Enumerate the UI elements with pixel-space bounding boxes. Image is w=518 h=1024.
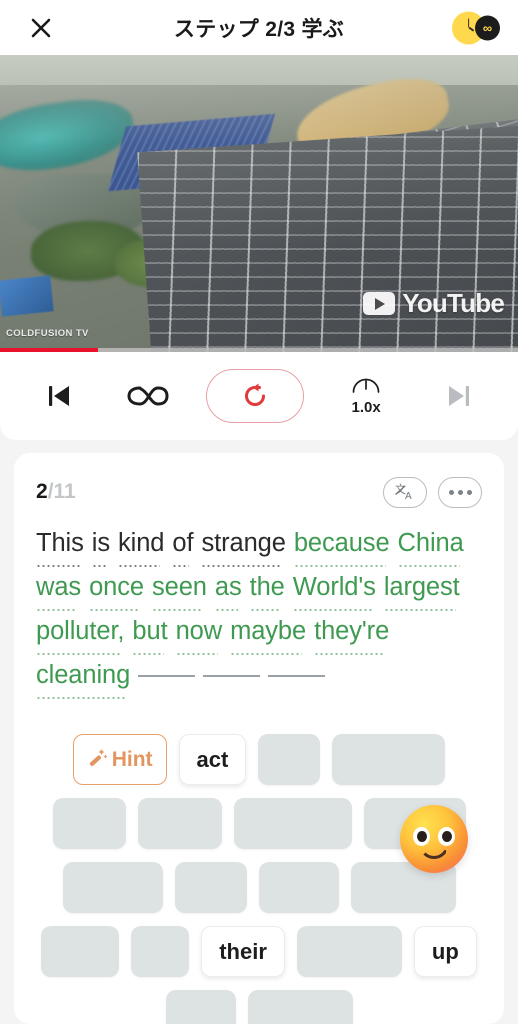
word-tile-placeholder[interactable] (233, 798, 352, 849)
exercise-card: 2/11 文 A This is kind of strange because… (14, 453, 504, 1024)
word-tile-placeholder[interactable] (258, 734, 321, 785)
exercise-card-actions: 文 A (383, 476, 482, 508)
infinity-badge[interactable]: ∞ (475, 15, 500, 40)
exercise-card-header: 2/11 文 A (36, 471, 482, 513)
word-bank-row (36, 990, 482, 1024)
word-bank-rows: Hint act their up (36, 734, 482, 1024)
word-tile-placeholder[interactable] (174, 862, 247, 913)
magic-wand-icon (87, 746, 109, 774)
translate-icon[interactable]: 文 A (383, 476, 427, 508)
header-badges: ∞ (452, 11, 500, 44)
sentence-blank[interactable] (138, 675, 196, 677)
word-tile[interactable]: their (201, 926, 285, 977)
word-tile-placeholder[interactable] (137, 798, 222, 849)
youtube-play-icon (363, 292, 396, 315)
sentence-word: as (214, 568, 242, 612)
word-tile-placeholder[interactable] (52, 798, 126, 849)
word-tile-placeholder[interactable] (258, 862, 339, 913)
word-tile-placeholder[interactable] (247, 990, 353, 1024)
question-total: /11 (47, 480, 76, 503)
word-tile-placeholder[interactable] (332, 734, 446, 785)
word-bank-row: Hint act (36, 734, 482, 785)
word-tile[interactable]: act (178, 734, 247, 785)
sentence-word: This (36, 524, 84, 568)
replay-icon[interactable] (205, 369, 304, 423)
word-tile[interactable]: up (413, 926, 477, 977)
video-progress-fill (0, 348, 99, 352)
word-tile-placeholder[interactable] (296, 926, 402, 977)
next-track-icon[interactable] (428, 370, 490, 422)
page-title: ステップ 2/3 学ぶ (173, 17, 345, 41)
sentence-word: strange (201, 524, 286, 568)
question-current: 2 (36, 480, 48, 503)
sentence-word: now (175, 612, 222, 656)
youtube-label: YouTube (402, 288, 505, 318)
loop-infinity-icon[interactable] (117, 370, 179, 422)
channel-watermark: COLDFUSION TV (6, 328, 89, 339)
svg-text:A: A (405, 491, 412, 502)
speedometer-icon (351, 376, 381, 398)
sentence-word: was (36, 568, 81, 612)
sentence-word: once (89, 568, 144, 612)
previous-track-icon[interactable] (28, 370, 90, 422)
sentence-word: because (293, 524, 390, 568)
sentence-word: the (249, 568, 285, 612)
hint-button[interactable]: Hint (72, 734, 167, 785)
more-dots (448, 489, 472, 495)
sentence-word: kind (118, 524, 164, 568)
player-controls: 1.0x (0, 352, 518, 440)
close-icon[interactable] (26, 13, 56, 43)
sentence-word: is (91, 524, 110, 568)
sentence-word: seen (151, 568, 207, 612)
question-counter: 2/11 (36, 480, 76, 504)
sentence-word: maybe (230, 612, 306, 656)
playback-speed-button[interactable]: 1.0x (331, 370, 401, 422)
sentence-word: polluter, (36, 612, 125, 656)
app-header: ステップ 2/3 学ぶ ∞ (0, 0, 518, 55)
hint-label: Hint (111, 747, 153, 771)
sentence-word: they're (314, 612, 389, 656)
word-bank-row: their up (36, 926, 482, 977)
sentence-word: largest (383, 568, 460, 612)
sentence-blank[interactable] (203, 675, 261, 677)
sentence-word: cleaning (36, 656, 130, 700)
word-bank: Hint act their up (36, 734, 482, 1024)
emoji-mouth (419, 844, 449, 859)
word-bank-row (36, 862, 482, 913)
youtube-watermark[interactable]: YouTube (363, 288, 505, 319)
more-options-icon[interactable] (438, 476, 482, 508)
sentence-word: of (172, 524, 194, 568)
sentence-word: World's (292, 568, 376, 612)
word-tile-placeholder[interactable] (131, 926, 190, 977)
sentence-word: China (397, 524, 464, 568)
sentence-word: but (132, 612, 168, 656)
speed-label: 1.0x (351, 399, 381, 416)
word-tile-placeholder[interactable] (41, 926, 120, 977)
video-player[interactable]: YouTube COLDFUSION TV (0, 55, 518, 352)
word-tile-placeholder[interactable] (165, 990, 236, 1024)
smiling-face-emoji[interactable] (400, 805, 468, 873)
learn-screen: ステップ 2/3 学ぶ ∞ YouTube COLDFUSION TV 1.0x… (0, 0, 518, 1024)
exercise-sentence: This is kind of strange because China wa… (36, 524, 482, 700)
sentence-blank[interactable] (268, 675, 326, 677)
video-progress-bar[interactable] (0, 348, 518, 352)
word-tile-placeholder[interactable] (62, 862, 163, 913)
